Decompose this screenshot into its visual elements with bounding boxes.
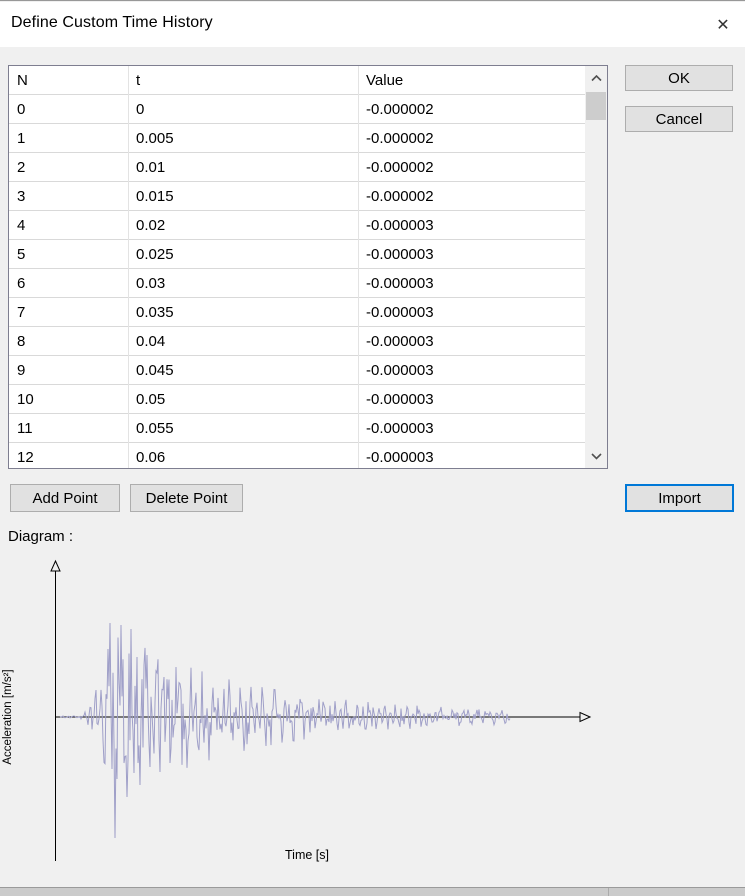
table-row: 100.05-0.000003 xyxy=(9,384,607,413)
cell-value[interactable]: -0.000002 xyxy=(358,153,585,181)
ok-button[interactable]: OK xyxy=(625,65,733,91)
cell-t[interactable]: 0.02 xyxy=(128,211,358,239)
cell-value[interactable]: -0.000003 xyxy=(358,356,585,384)
cell-value[interactable]: -0.000002 xyxy=(358,95,585,123)
column-header-value[interactable]: Value xyxy=(358,66,585,94)
x-axis-label: Time [s] xyxy=(285,848,329,862)
import-button[interactable]: Import xyxy=(625,484,734,512)
table-row: 70.035-0.000003 xyxy=(9,297,607,326)
cell-t[interactable]: 0.06 xyxy=(128,443,358,469)
diagram-label: Diagram : xyxy=(8,528,73,545)
background-window-edge xyxy=(0,887,745,896)
cell-value[interactable]: -0.000003 xyxy=(358,269,585,297)
cell-value[interactable]: -0.000003 xyxy=(358,385,585,413)
close-icon[interactable]: ✕ xyxy=(709,11,737,39)
cell-value[interactable]: -0.000003 xyxy=(358,327,585,355)
table-row: 30.015-0.000002 xyxy=(9,181,607,210)
cell-n[interactable]: 7 xyxy=(9,298,128,326)
dialog-title: Define Custom Time History xyxy=(11,14,213,32)
background-window-divider xyxy=(608,888,609,896)
title-bar: Define Custom Time History ✕ xyxy=(0,2,745,47)
cell-value[interactable]: -0.000003 xyxy=(358,298,585,326)
cell-t[interactable]: 0.05 xyxy=(128,385,358,413)
table-body: 00-0.00000210.005-0.00000220.01-0.000002… xyxy=(9,94,607,469)
cell-t[interactable]: 0.055 xyxy=(128,414,358,442)
cell-t[interactable]: 0.045 xyxy=(128,356,358,384)
scrollbar-up-button[interactable] xyxy=(585,66,607,90)
cell-t[interactable]: 0.015 xyxy=(128,182,358,210)
cell-t[interactable]: 0.03 xyxy=(128,269,358,297)
cell-t[interactable]: 0.01 xyxy=(128,153,358,181)
cell-value[interactable]: -0.000003 xyxy=(358,240,585,268)
table-row: 80.04-0.000003 xyxy=(9,326,607,355)
cell-n[interactable]: 2 xyxy=(9,153,128,181)
cell-n[interactable]: 3 xyxy=(9,182,128,210)
add-point-button[interactable]: Add Point xyxy=(10,484,120,512)
table-row: 40.02-0.000003 xyxy=(9,210,607,239)
chevron-up-icon xyxy=(591,75,602,82)
scrollbar-down-button[interactable] xyxy=(585,444,607,468)
chevron-down-icon xyxy=(591,453,602,460)
cell-t[interactable]: 0 xyxy=(128,95,358,123)
time-history-table: N t Value 00-0.00000210.005-0.00000220.0… xyxy=(8,65,608,469)
cell-value[interactable]: -0.000002 xyxy=(358,182,585,210)
table-row: 00-0.000002 xyxy=(9,94,607,123)
cell-n[interactable]: 8 xyxy=(9,327,128,355)
cell-value[interactable]: -0.000003 xyxy=(358,443,585,469)
cell-t[interactable]: 0.04 xyxy=(128,327,358,355)
cancel-button[interactable]: Cancel xyxy=(625,106,733,132)
cell-n[interactable]: 10 xyxy=(9,385,128,413)
table-row: 90.045-0.000003 xyxy=(9,355,607,384)
scrollbar-thumb[interactable] xyxy=(586,92,606,120)
delete-point-button[interactable]: Delete Point xyxy=(130,484,243,512)
acceleration-waveform xyxy=(60,623,510,838)
cell-n[interactable]: 6 xyxy=(9,269,128,297)
cell-t[interactable]: 0.025 xyxy=(128,240,358,268)
cell-value[interactable]: -0.000002 xyxy=(358,124,585,152)
table-row: 50.025-0.000003 xyxy=(9,239,607,268)
cell-n[interactable]: 1 xyxy=(9,124,128,152)
table-row: 110.055-0.000003 xyxy=(9,413,607,442)
cell-value[interactable]: -0.000003 xyxy=(358,414,585,442)
cell-value[interactable]: -0.000003 xyxy=(358,211,585,239)
y-axis-label: Acceleration [m/s²] xyxy=(2,669,14,764)
cell-n[interactable]: 9 xyxy=(9,356,128,384)
cell-n[interactable]: 5 xyxy=(9,240,128,268)
cell-n[interactable]: 12 xyxy=(9,443,128,469)
column-header-n[interactable]: N xyxy=(9,66,128,94)
cell-n[interactable]: 11 xyxy=(9,414,128,442)
cell-t[interactable]: 0.035 xyxy=(128,298,358,326)
column-divider xyxy=(128,66,129,468)
table-header-row: N t Value xyxy=(9,66,607,94)
table-row: 20.01-0.000002 xyxy=(9,152,607,181)
column-divider xyxy=(358,66,359,468)
cell-n[interactable]: 0 xyxy=(9,95,128,123)
table-row: 60.03-0.000003 xyxy=(9,268,607,297)
x-axis-arrow-icon xyxy=(580,713,590,722)
time-history-diagram: Acceleration [m/s²] Time [s] xyxy=(0,549,645,871)
cell-t[interactable]: 0.005 xyxy=(128,124,358,152)
table-row: 10.005-0.000002 xyxy=(9,123,607,152)
cell-n[interactable]: 4 xyxy=(9,211,128,239)
table-row: 120.06-0.000003 xyxy=(9,442,607,469)
column-header-t[interactable]: t xyxy=(128,66,358,94)
table-scrollbar[interactable] xyxy=(585,66,607,468)
define-custom-time-history-dialog: Define Custom Time History ✕ N t Value 0… xyxy=(0,0,745,896)
y-axis-arrow-icon xyxy=(51,561,60,571)
